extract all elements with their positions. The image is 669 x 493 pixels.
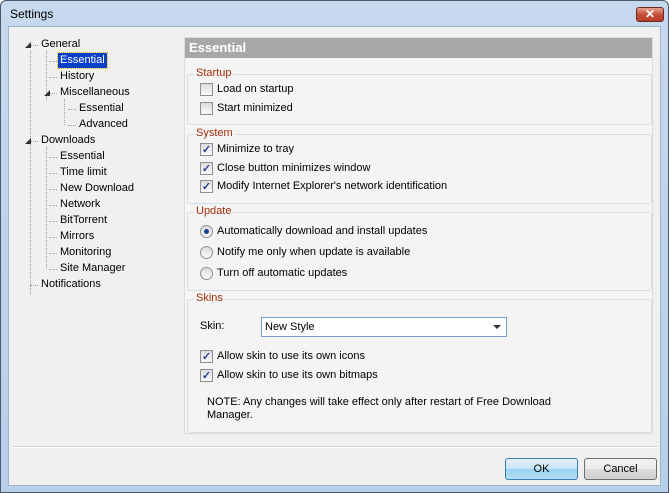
tree-connector bbox=[49, 253, 57, 254]
checkbox-label: Start minimized bbox=[217, 102, 293, 114]
tree-connector bbox=[49, 157, 57, 158]
close-button[interactable]: ✕ bbox=[636, 7, 664, 22]
tree-item[interactable]: BitTorrent bbox=[58, 213, 109, 228]
divider bbox=[12, 446, 658, 448]
check-icon: ✓ bbox=[200, 162, 213, 175]
check-icon: ✓ bbox=[200, 350, 213, 363]
chevron-down-icon bbox=[493, 325, 501, 329]
tree-item[interactable]: History bbox=[58, 69, 96, 84]
tree-item[interactable]: Network bbox=[58, 197, 102, 212]
tree-connector bbox=[49, 93, 57, 94]
radio-label: Turn off automatic updates bbox=[217, 267, 348, 279]
tree-item[interactable]: Notifications bbox=[39, 277, 103, 292]
radio-icon bbox=[200, 246, 213, 259]
checkbox-label: Minimize to tray bbox=[217, 143, 295, 155]
system-group: System ✓ Minimize to tray ✓ Close button m… bbox=[187, 127, 652, 204]
expanded-arrow-icon[interactable] bbox=[44, 90, 50, 96]
tree-connector bbox=[30, 45, 38, 46]
checkbox-label: Modify Internet Explorer's network ident… bbox=[217, 180, 448, 192]
settings-window: Settings ✕ General Essential History Miscel… bbox=[0, 0, 669, 493]
tree-item[interactable]: Time limit bbox=[58, 165, 109, 180]
tree-connector bbox=[49, 61, 57, 62]
tree-connector bbox=[49, 237, 57, 238]
panel-title: Essential bbox=[185, 38, 652, 58]
minimize-to-tray-checkbox[interactable]: ✓ Minimize to tray bbox=[200, 143, 294, 157]
group-label: Startup bbox=[194, 67, 234, 79]
checkbox-label: Allow skin to use its own icons bbox=[217, 350, 365, 362]
tree-item[interactable]: Monitoring bbox=[58, 245, 113, 260]
group-label: System bbox=[194, 127, 235, 139]
tree-connector bbox=[30, 285, 38, 286]
skin-value: New Style bbox=[265, 321, 315, 333]
tree-connector bbox=[49, 189, 57, 190]
ok-button[interactable]: OK bbox=[505, 458, 578, 480]
check-icon: ✓ bbox=[200, 143, 213, 156]
checkbox-label: Allow skin to use its own bitmaps bbox=[217, 369, 378, 381]
tree-connector bbox=[68, 125, 76, 126]
tree-connector bbox=[49, 173, 57, 174]
load-on-startup-checkbox[interactable]: Load on startup bbox=[200, 83, 293, 97]
startup-group: Startup Load on startup Start minimized bbox=[187, 67, 652, 125]
close-icon: ✕ bbox=[644, 7, 656, 21]
checkbox-label: Load on startup bbox=[217, 83, 294, 95]
skin-icons-checkbox[interactable]: ✓ Allow skin to use its own icons bbox=[200, 350, 365, 364]
tree-connector bbox=[49, 269, 57, 270]
settings-panel: Essential Startup Load on startup Start … bbox=[184, 37, 653, 434]
tree-connector bbox=[30, 141, 38, 142]
check-icon: ✓ bbox=[200, 180, 213, 193]
radio-icon bbox=[200, 267, 213, 280]
tree-connector bbox=[68, 109, 76, 110]
tree-item[interactable]: Mirrors bbox=[58, 229, 96, 244]
check-icon: ✓ bbox=[200, 369, 213, 382]
radio-label: Notify me only when update is available bbox=[217, 246, 411, 258]
notify-update-radio[interactable]: Notify me only when update is available bbox=[200, 246, 410, 260]
group-label: Skins bbox=[194, 292, 225, 304]
dialog-body: General Essential History Miscellaneous Esse… bbox=[8, 26, 661, 486]
skins-group: Skins Skin: New Style ✓ Allow skin to use… bbox=[187, 292, 652, 433]
title-bar[interactable]: Settings ✕ bbox=[1, 1, 668, 26]
settings-tree: General Essential History Miscellaneous Esse… bbox=[9, 27, 179, 447]
tree-item[interactable]: New Download bbox=[58, 181, 136, 196]
modify-ie-id-checkbox[interactable]: ✓ Modify Internet Explorer's network iden… bbox=[200, 180, 447, 194]
close-minimizes-checkbox[interactable]: ✓ Close button minimizes window bbox=[200, 162, 370, 176]
start-minimized-checkbox[interactable]: Start minimized bbox=[200, 102, 293, 116]
auto-update-radio[interactable]: Automatically download and install updat… bbox=[200, 225, 427, 239]
no-update-radio[interactable]: Turn off automatic updates bbox=[200, 267, 347, 281]
expanded-arrow-icon[interactable] bbox=[25, 138, 31, 144]
checkbox-label: Close button minimizes window bbox=[217, 162, 371, 174]
skin-bitmaps-checkbox[interactable]: ✓ Allow skin to use its own bitmaps bbox=[200, 369, 378, 383]
tree-connector bbox=[49, 205, 57, 206]
tree-item[interactable]: Essential bbox=[58, 149, 107, 164]
radio-label: Automatically download and install updat… bbox=[217, 225, 428, 237]
tree-connector bbox=[49, 221, 57, 222]
tree-item[interactable]: Advanced bbox=[77, 117, 130, 132]
tree-item[interactable]: Miscellaneous bbox=[58, 85, 132, 100]
skin-select[interactable]: New Style bbox=[261, 317, 507, 337]
tree-item[interactable]: Site Manager bbox=[58, 261, 127, 276]
update-group: Update Automatically download and instal… bbox=[187, 205, 652, 291]
restart-note: NOTE: Any changes will take effect only … bbox=[207, 396, 552, 421]
tree-item[interactable]: Downloads bbox=[39, 133, 97, 148]
cancel-button[interactable]: Cancel bbox=[584, 458, 657, 480]
checkbox-box bbox=[200, 102, 213, 115]
tree-item[interactable]: Essential bbox=[77, 101, 126, 116]
checkbox-box bbox=[200, 83, 213, 96]
tree-item[interactable]: General bbox=[39, 37, 82, 52]
tree-item[interactable]: Essential bbox=[57, 52, 108, 69]
radio-icon bbox=[200, 225, 213, 238]
tree-connector bbox=[49, 77, 57, 78]
expanded-arrow-icon[interactable] bbox=[25, 42, 31, 48]
skin-label: Skin: bbox=[200, 320, 225, 332]
window-title: Settings bbox=[10, 7, 54, 21]
group-label: Update bbox=[194, 205, 234, 217]
